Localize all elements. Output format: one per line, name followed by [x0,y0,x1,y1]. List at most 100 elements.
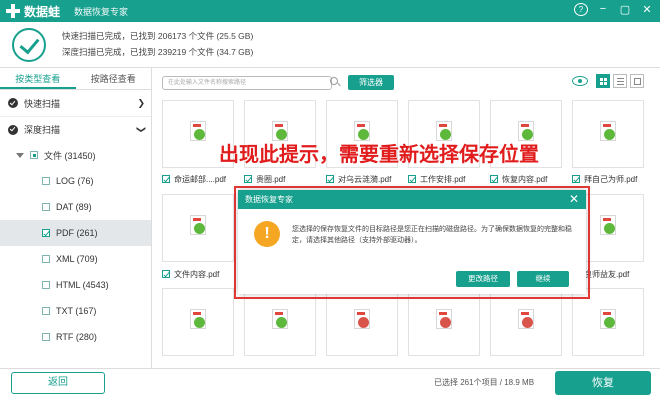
pdf-file-icon [272,309,288,329]
file-checkbox[interactable] [162,175,170,183]
search-input[interactable]: 在此处输入文件名称搜索路径 [162,76,332,90]
file-checkbox[interactable] [326,175,334,183]
sidebar-item-log[interactable]: LOG (76) [0,168,151,194]
pdf-file-icon [190,121,206,141]
footer: 返回 已选择 261个项目 / 18.9 MB 恢复 [0,368,660,403]
checked-icon [8,98,18,108]
file-checkbox[interactable] [490,175,498,183]
sidebar-item-xml[interactable]: XML (709) [0,246,151,272]
item-checkbox[interactable] [42,229,50,237]
sidebar: 按类型查看 按路径查看 快速扫描 ❯ 深度扫描 ❯ 文件 (31450) LOG… [0,68,152,368]
file-name[interactable]: 拜自己为师.pdf [572,173,646,185]
sidebar-item-dat[interactable]: DAT (89) [0,194,151,220]
toolbar: 在此处输入文件名称搜索路径 筛选器 [152,68,660,98]
quick-scan-node[interactable]: 快速扫描 ❯ [0,90,151,116]
tab-by-type[interactable]: 按类型查看 [0,68,76,89]
change-path-button[interactable]: 更改路径 [456,271,510,287]
quick-scan-label: 快速扫描 [24,97,60,110]
file-checkbox[interactable] [162,270,170,278]
deep-scan-status: 深度扫描已完成，已找到 239219 个文件 (34.7 GB) [62,46,253,58]
selection-info: 已选择 261个项目 / 18.9 MB [434,377,534,388]
file-checkbox[interactable] [244,175,252,183]
complete-check-icon [12,28,46,62]
item-checkbox[interactable] [42,333,50,341]
file-name[interactable]: 工作安排.pdf [408,173,482,185]
pdf-file-icon [600,309,616,329]
dialog-message: 您选择的保存恢复文件的目标路径是您正在扫描的磁盘路径。为了确保数据恢复的完整和稳… [292,224,576,246]
filter-button[interactable]: 筛选器 [348,75,394,90]
item-checkbox[interactable] [42,177,50,185]
tree-root-files[interactable]: 文件 (31450) [0,142,151,168]
item-checkbox[interactable] [42,203,50,211]
file-name-text: 对乌云涟漪.pdf [338,174,391,185]
chevron-down-icon: ❯ [136,126,147,134]
minimize-button[interactable]: − [596,3,610,16]
file-name[interactable]: 对乌云涟漪.pdf [326,173,400,185]
help-icon[interactable]: ? [574,3,588,16]
tree-root-label: 文件 (31450) [44,149,96,162]
warning-icon: ! [254,221,280,247]
sidebar-item-txt[interactable]: TXT (167) [0,298,151,324]
preview-eye-icon[interactable] [572,76,588,86]
close-button[interactable]: ✕ [640,3,654,16]
pdf-file-icon [190,309,206,329]
partial-checkbox[interactable] [30,151,38,159]
restore-button[interactable]: ▢ [618,3,632,16]
title-bar: 数据蛙 数据恢复专家 ? − ▢ ✕ [0,0,660,22]
file-card[interactable] [572,100,644,168]
list-icon [617,78,624,85]
cross-logo-icon [6,4,20,18]
file-name[interactable]: 命运邮部....pdf [162,173,236,185]
file-name-text: 工作安排.pdf [420,174,465,185]
file-name-text: 文件内容.pdf [174,269,219,280]
pdf-file-icon [600,215,616,235]
tab-by-path[interactable]: 按路径查看 [76,68,152,89]
chevron-right-icon: ❯ [137,98,145,109]
scan-status: 快速扫描已完成，已找到 206173 个文件 (25.5 GB) 深度扫描已完成… [0,22,660,68]
detail-view-button[interactable] [630,74,644,88]
list-view-button[interactable] [613,74,627,88]
app-subtitle: 数据恢复专家 [74,5,128,18]
dialog-close-icon[interactable]: ✕ [569,190,579,209]
hint-annotation: 出现此提示，需要重新选择保存位置 [219,138,539,167]
file-name-text: 拜自己为师.pdf [584,174,637,185]
item-checkbox[interactable] [42,281,50,289]
grid-view-button[interactable] [596,74,610,88]
checked-icon [8,125,18,135]
file-name[interactable]: 文件内容.pdf [162,268,236,280]
warning-dialog: 数据恢复专家 ✕ ! 您选择的保存恢复文件的目标路径是您正在扫描的磁盘路径。为了… [238,190,586,294]
sidebar-item-label: RTF (280) [56,332,97,342]
pdf-file-icon [436,309,452,329]
file-name-text: 良师益友.pdf [584,269,629,280]
sidebar-item-label: LOG (76) [56,176,94,186]
item-checkbox[interactable] [42,307,50,315]
back-button[interactable]: 返回 [11,372,105,394]
sidebar-item-label: PDF (261) [56,228,98,238]
recover-button[interactable]: 恢复 [555,371,651,395]
file-name-text: 贵圈.pdf [256,174,285,185]
file-checkbox[interactable] [408,175,416,183]
app-logo: 数据蛙 [6,3,60,20]
expand-triangle-icon [16,153,24,158]
file-checkbox[interactable] [572,175,580,183]
deep-scan-node[interactable]: 深度扫描 ❯ [0,116,151,142]
sidebar-item-pdf[interactable]: PDF (261) [0,220,151,246]
app-name: 数据蛙 [24,3,60,20]
dialog-title-bar: 数据恢复专家 ✕ [238,190,586,209]
file-name[interactable]: 恢复内容.pdf [490,173,564,185]
detail-icon [634,78,641,85]
file-card[interactable] [162,288,234,356]
file-card[interactable] [162,194,234,262]
quick-scan-status: 快速扫描已完成，已找到 206173 个文件 (25.5 GB) [62,30,253,42]
deep-scan-label: 深度扫描 [24,123,60,136]
sidebar-item-label: DAT (89) [56,202,92,212]
pdf-file-icon [518,309,534,329]
continue-button[interactable]: 继续 [517,271,569,287]
file-name-text: 命运邮部....pdf [174,174,226,185]
sidebar-item-label: XML (709) [56,254,98,264]
sidebar-item-html[interactable]: HTML (4543) [0,272,151,298]
item-checkbox[interactable] [42,255,50,263]
sidebar-item-rtf[interactable]: RTF (280) [0,324,151,350]
search-icon[interactable] [330,77,338,85]
file-name[interactable]: 贵圈.pdf [244,173,318,185]
